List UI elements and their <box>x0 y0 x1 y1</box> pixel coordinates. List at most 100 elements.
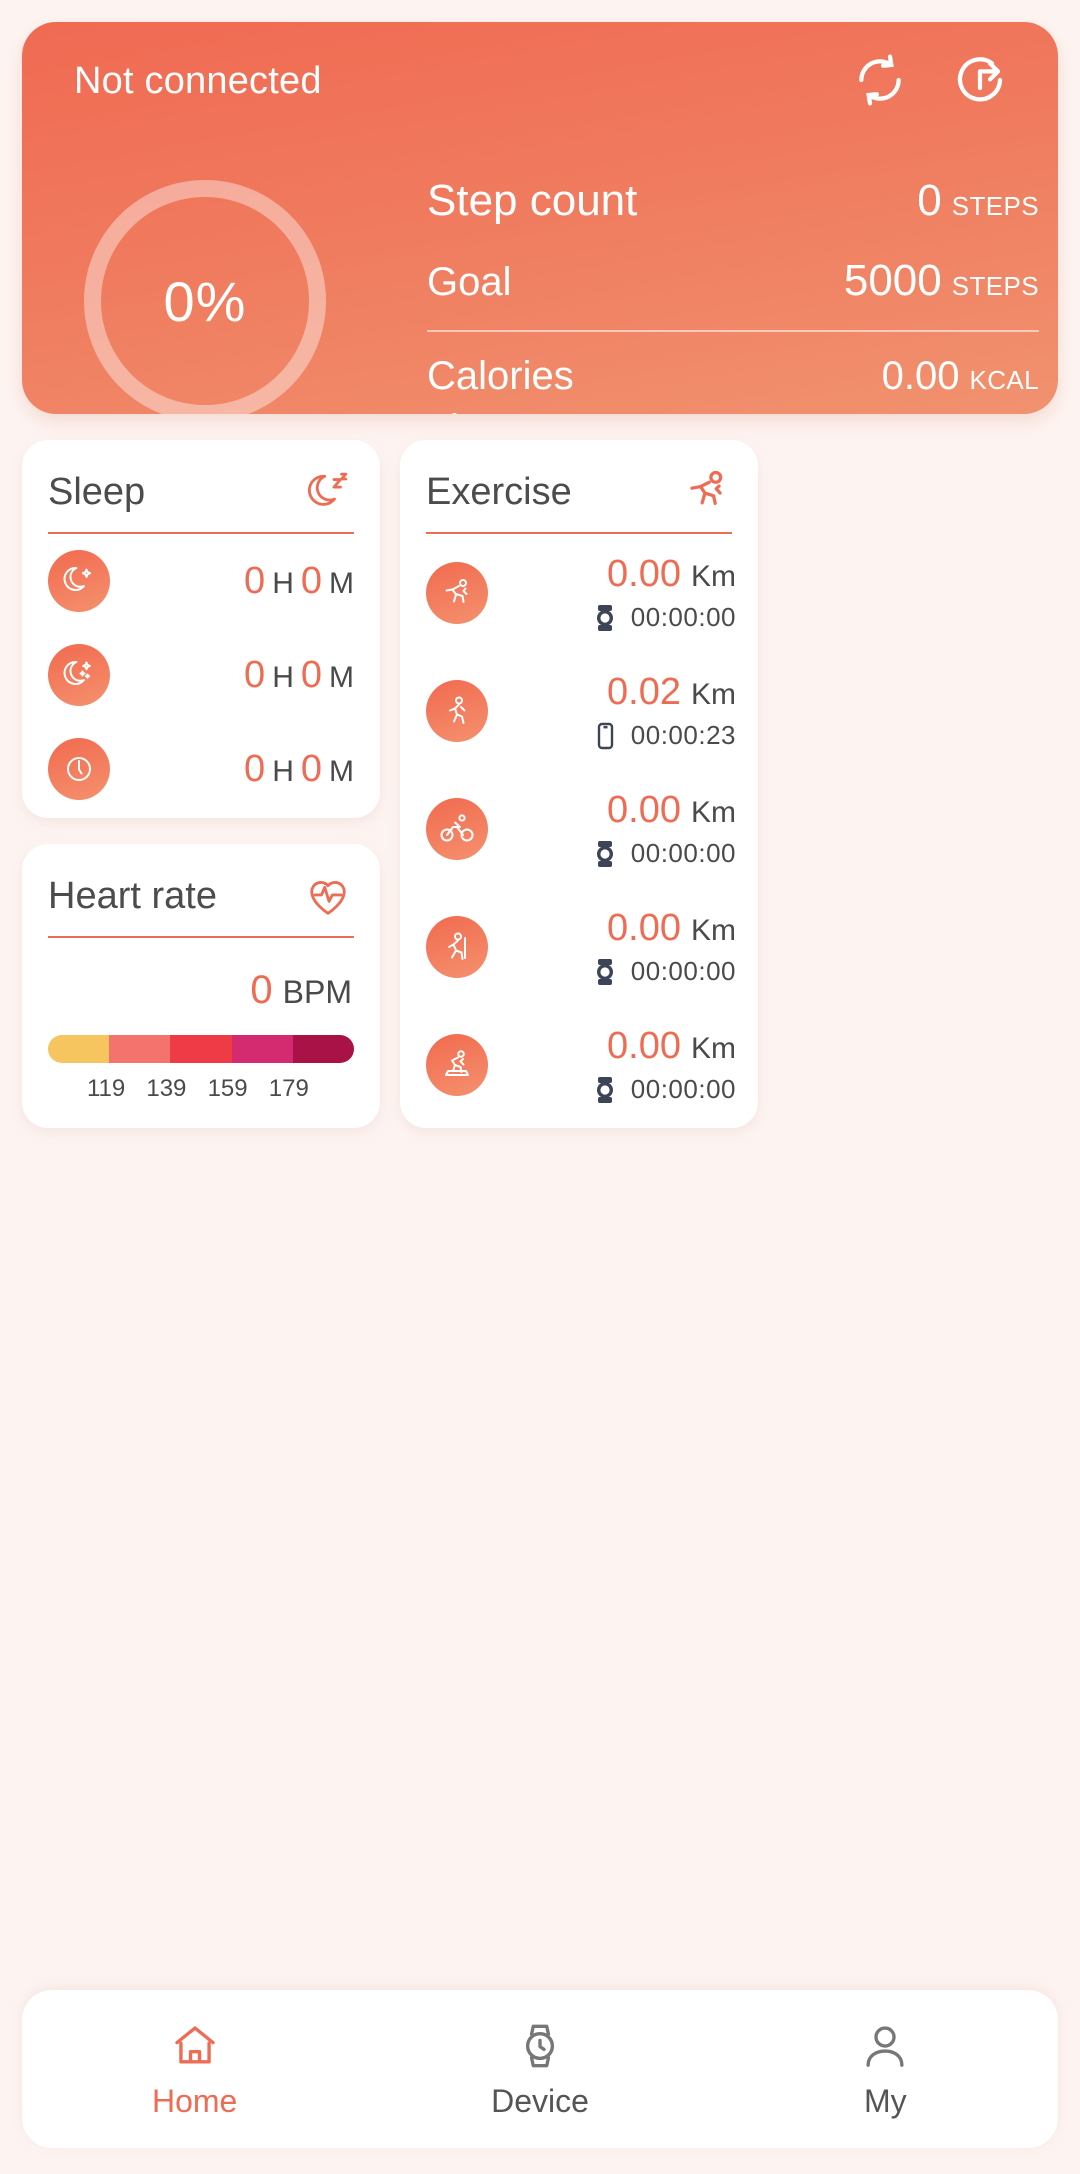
nav-item-my[interactable]: My <box>713 2019 1058 2120</box>
treadmill-icon <box>426 1034 488 1096</box>
exercise-row-cycling[interactable]: 0.00 Km 00:00:00 <box>400 770 758 888</box>
stat-unit: KCAL <box>969 365 1039 395</box>
heart-rate-tick-labels: 119 139 159 179 <box>48 1075 354 1103</box>
heart-rate-tick: 179 <box>268 1075 309 1102</box>
progress-ring: 0% <box>84 180 326 414</box>
watch-icon <box>591 957 619 987</box>
sleep-card-title: Sleep <box>48 470 146 513</box>
exercise-distance-unit: Km <box>691 914 736 947</box>
heart-rate-tick: 119 <box>86 1075 126 1102</box>
exercise-row-running[interactable]: 0.00 Km 00:00:00 <box>400 534 758 652</box>
sleep-minutes-unit: M <box>329 566 354 600</box>
sleep-row-awake[interactable]: 0 H 0 M <box>22 722 380 816</box>
heart-rate-unit: BPM <box>282 974 352 1010</box>
exercise-card[interactable]: Exercise 0.00 Km 00:00:00 0.02 Km 00:00:… <box>400 440 758 1128</box>
bottom-navigation: Home Device My <box>22 1990 1058 2148</box>
exercise-distance: 0.00 <box>607 1025 681 1067</box>
heart-rate-zone-5 <box>292 1035 355 1063</box>
sleep-hours-unit: H <box>272 566 294 600</box>
exercise-distance: 0.00 <box>607 789 681 831</box>
sleep-hours: 0 <box>244 559 266 602</box>
moon-light-sleep-icon <box>48 644 110 706</box>
exercise-distance: 0.02 <box>607 671 681 713</box>
person-icon <box>858 2019 912 2073</box>
nav-label-my: My <box>863 2082 907 2119</box>
heart-rate-tick: 159 <box>207 1075 248 1102</box>
watch-icon <box>591 603 619 633</box>
sync-icon[interactable] <box>848 48 912 112</box>
exercise-time: 00:00:00 <box>630 838 736 868</box>
walking-icon <box>426 680 488 742</box>
exercise-card-title: Exercise <box>426 470 572 513</box>
heart-rate-card[interactable]: Heart rate 0 BPM 119 139 159 179 <box>22 844 380 1128</box>
exercise-time: 00:00:00 <box>630 1074 736 1104</box>
sleep-hours: 0 <box>244 747 266 790</box>
heart-rate-zone-4 <box>231 1035 293 1063</box>
exercise-values: 0.00 Km 00:00:00 <box>591 1025 736 1105</box>
exercise-values: 0.02 Km 00:00:23 <box>591 671 736 751</box>
nav-label-home: Home <box>151 2082 238 2119</box>
exercise-row-treadmill[interactable]: 0.00 Km 00:00:00 <box>400 1006 758 1124</box>
heart-rate-card-title: Heart rate <box>48 874 217 917</box>
watch-icon <box>591 1075 619 1105</box>
exercise-card-header: Exercise <box>400 440 758 518</box>
progress-percent: 0% <box>163 269 247 333</box>
moon-zzz-icon <box>302 466 354 518</box>
heart-rate-card-header: Heart rate <box>22 844 380 922</box>
sleep-minutes-unit: M <box>329 754 354 788</box>
stat-value: 5000 <box>843 256 942 305</box>
home-icon <box>168 2019 222 2073</box>
exercise-time: 00:00:00 <box>630 602 736 632</box>
stat-value: 0.00 <box>881 354 960 398</box>
exercise-time: 00:00:23 <box>630 720 736 750</box>
heart-rate-zone-3 <box>170 1035 232 1063</box>
stat-label: Calories <box>427 354 574 398</box>
cycling-icon <box>426 798 488 860</box>
stat-unit: STEPS <box>951 271 1039 301</box>
watch-icon <box>513 2019 567 2073</box>
connection-status: Not connected <box>74 60 322 102</box>
clock-awake-icon <box>48 738 110 800</box>
sleep-card-header: Sleep <box>22 440 380 518</box>
sleep-row-light[interactable]: 0 H 0 M <box>22 628 380 722</box>
sleep-hours: 0 <box>244 653 266 696</box>
nav-item-device[interactable]: Device <box>367 2019 712 2120</box>
sleep-minutes: 0 <box>300 559 322 602</box>
step-summary-card[interactable]: Not connected 0% Step count 0 STEPS Goal… <box>22 22 1058 414</box>
stat-label: Goal <box>427 260 512 304</box>
sleep-row-deep[interactable]: 0 H 0 M <box>22 534 380 628</box>
heart-rate-tick: 139 <box>146 1075 187 1102</box>
nav-item-home[interactable]: Home <box>22 2019 367 2120</box>
exercise-time: 00:00:00 <box>630 956 736 986</box>
heart-rate-value-row: 0 BPM <box>22 938 380 1013</box>
header-actions <box>848 48 1012 112</box>
sleep-card[interactable]: Sleep 0 H 0 M 0 H 0 M 0 H 0 M <box>22 440 380 818</box>
watch-icon <box>591 839 619 869</box>
sleep-hours-unit: H <box>272 660 294 694</box>
share-icon[interactable] <box>948 48 1012 112</box>
moon-deep-sleep-icon <box>48 550 110 612</box>
sleep-hours-unit: H <box>272 754 294 788</box>
hiking-icon <box>426 916 488 978</box>
nav-label-device: Device <box>491 2082 589 2119</box>
stat-row-time: Time 0 H 0 M <box>427 403 1039 414</box>
sleep-minutes: 0 <box>300 747 322 790</box>
stat-unit: STEPS <box>951 191 1039 221</box>
step-stats: Step count 0 STEPS Goal 5000 STEPS Calor… <box>427 172 1039 414</box>
exercise-distance: 0.00 <box>607 907 681 949</box>
runner-icon <box>680 466 732 518</box>
heart-rate-value: 0 <box>250 968 273 1012</box>
stat-label: Time <box>427 407 514 414</box>
heart-rate-zone-bar <box>48 1035 355 1063</box>
heart-rate-zone-1 <box>48 1035 110 1063</box>
stat-row-goal: Goal 5000 STEPS <box>427 252 1039 310</box>
stat-value: 0 H 0 M <box>899 407 1039 414</box>
exercise-row-hiking[interactable]: 0.00 Km 00:00:00 <box>400 888 758 1006</box>
exercise-values: 0.00 Km 00:00:00 <box>591 553 736 633</box>
heart-rate-zone-2 <box>109 1035 171 1063</box>
exercise-distance-unit: Km <box>691 1032 736 1065</box>
exercise-row-walking[interactable]: 0.02 Km 00:00:23 <box>400 652 758 770</box>
exercise-values: 0.00 Km 00:00:00 <box>591 789 736 869</box>
exercise-distance-unit: Km <box>691 678 736 711</box>
